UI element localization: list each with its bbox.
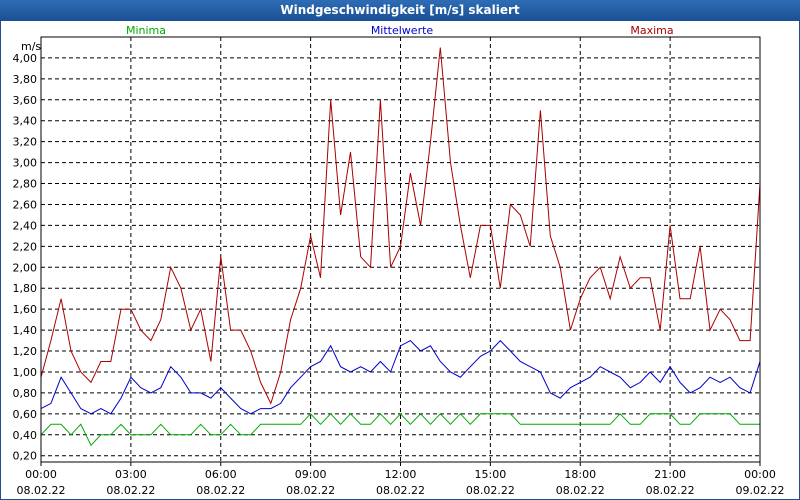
x-tick-date: 08.02.22 bbox=[17, 484, 66, 497]
y-tick-label: 1,60 bbox=[13, 303, 38, 316]
y-tick-label: 2,80 bbox=[13, 178, 38, 191]
legend-maxima: Maxima bbox=[630, 24, 673, 37]
y-tick-label: 1,00 bbox=[13, 366, 38, 379]
chart-canvas: 0,20 0,40 0,60 0,80 1,00 1,20 1,40 1,60 1,80 2,00… bbox=[13, 24, 785, 497]
y-tick-label: 0,20 bbox=[13, 450, 38, 463]
y-tick-label: 1,20 bbox=[13, 345, 38, 358]
x-tick-time: 21:00 bbox=[654, 468, 686, 481]
y-tick-label: 2,60 bbox=[13, 198, 38, 211]
x-tick-time: 03:00 bbox=[115, 468, 147, 481]
y-tick-label: 3,20 bbox=[13, 136, 38, 149]
legend-mittelwerte: Mittelwerte bbox=[371, 24, 434, 37]
x-tick-time: 18:00 bbox=[564, 468, 596, 481]
x-tick-date: 08.02.22 bbox=[466, 484, 515, 497]
x-tick-date: 08.02.22 bbox=[196, 484, 245, 497]
y-tick-label: 3,40 bbox=[13, 115, 38, 128]
y-tick-label: 1,80 bbox=[13, 282, 38, 295]
x-tick-time: 09:00 bbox=[295, 468, 327, 481]
y-tick-label: 0,80 bbox=[13, 387, 38, 400]
grid bbox=[41, 37, 760, 462]
x-tick-time: 00:00 bbox=[25, 468, 57, 481]
y-axis-ticks: 0,20 0,40 0,60 0,80 1,00 1,20 1,40 1,60 1,80 2,00… bbox=[13, 52, 38, 463]
x-tick-date: 08.02.22 bbox=[286, 484, 335, 497]
y-tick-label: 2,40 bbox=[13, 219, 38, 232]
x-tick-time: 00:00 bbox=[744, 468, 776, 481]
x-tick-time: 15:00 bbox=[475, 468, 507, 481]
legend-minima: Minima bbox=[126, 24, 166, 37]
y-tick-label: 3,60 bbox=[13, 94, 38, 107]
x-tick-date: 08.02.22 bbox=[646, 484, 695, 497]
y-tick-label: 3,00 bbox=[13, 157, 38, 170]
x-tick-date: 09.02.22 bbox=[736, 484, 785, 497]
y-tick-label: 2,20 bbox=[13, 240, 38, 253]
y-tick-label: 4,00 bbox=[13, 52, 38, 65]
legend: Minima Mittelwerte Maxima bbox=[126, 24, 674, 37]
y-tick-label: 3,80 bbox=[13, 73, 38, 86]
y-tick-label: 0,40 bbox=[13, 429, 38, 442]
x-tick-time: 06:00 bbox=[205, 468, 237, 481]
x-tick-date: 08.02.22 bbox=[556, 484, 605, 497]
y-tick-label: 0,60 bbox=[13, 408, 38, 421]
y-axis-unit: m/s bbox=[21, 40, 41, 53]
x-tick-date: 08.02.22 bbox=[376, 484, 425, 497]
y-tick-label: 1,40 bbox=[13, 324, 38, 337]
y-tick-label: 2,00 bbox=[13, 261, 38, 274]
x-axis-ticks: 00:00 08.02.22 03:00 08.02.22 06:00 08.02.22 0… bbox=[17, 462, 785, 497]
x-tick-time: 12:00 bbox=[385, 468, 417, 481]
x-tick-date: 08.02.22 bbox=[106, 484, 155, 497]
